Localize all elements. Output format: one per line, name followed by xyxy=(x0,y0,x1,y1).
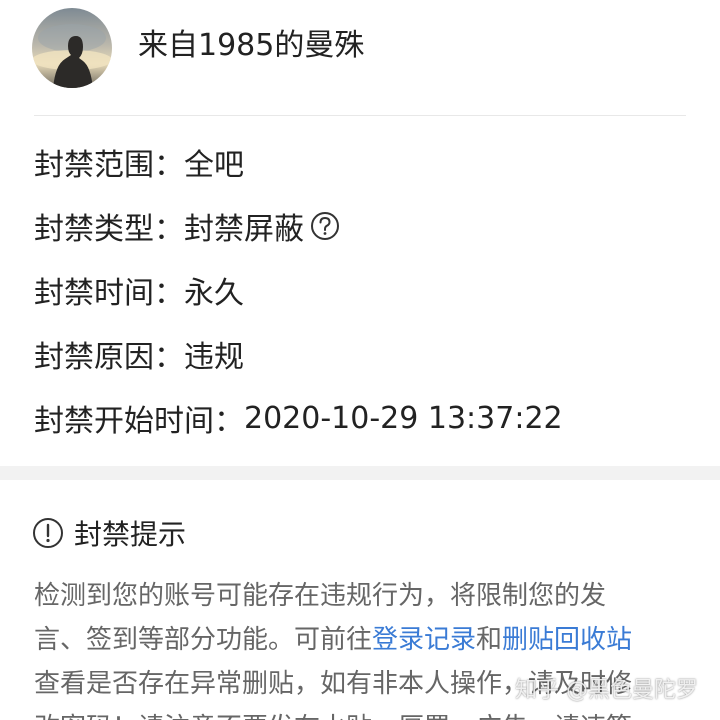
exclamation-circle-icon xyxy=(32,517,64,549)
ban-type-row: 封禁类型： 封禁屏蔽 xyxy=(34,194,694,258)
ban-reason-label: 封禁原因： xyxy=(34,340,184,375)
ban-scope-row: 封禁范围： 全吧 xyxy=(34,130,694,194)
ban-scope-label: 封禁范围： xyxy=(34,148,184,183)
section-separator xyxy=(0,466,720,480)
avatar-silhouette-icon xyxy=(32,24,112,88)
ban-scope-value: 全吧 xyxy=(184,148,244,183)
ban-type-label: 封禁类型： xyxy=(34,212,184,247)
ban-info-list: 封禁范围： 全吧 封禁类型： 封禁屏蔽 封禁时间： 永久 封禁原因： 违规 封禁… xyxy=(34,130,694,450)
question-circle-icon[interactable] xyxy=(310,211,340,241)
login-records-link[interactable]: 登录记录 xyxy=(372,625,476,655)
ban-duration-row: 封禁时间： 永久 xyxy=(34,258,694,322)
user-header: 来自1985的曼殊 xyxy=(0,0,720,100)
ban-reason-value: 违规 xyxy=(184,340,244,375)
watermark: 知乎 @黑色曼陀罗 xyxy=(515,678,698,703)
ban-type-value: 封禁屏蔽 xyxy=(184,212,304,247)
notice-line-2-mid: 和 xyxy=(476,625,503,655)
username[interactable]: 来自1985的曼殊 xyxy=(138,26,364,66)
notice-line-2-prefix: 言、签到等部分功能。可前往 xyxy=(34,625,373,655)
notice-line-2: 言、签到等部分功能。可前往登录记录和删贴回收站 xyxy=(34,618,690,662)
ban-start-time-label: 封禁开始时间： xyxy=(34,404,244,439)
recycle-bin-link[interactable]: 删贴回收站 xyxy=(502,625,632,655)
divider xyxy=(34,115,686,116)
ban-start-time-value: 2020-10-29 13:37:22 xyxy=(244,400,563,436)
notice-header: 封禁提示 xyxy=(32,512,186,554)
ban-detail-page: 来自1985的曼殊 封禁范围： 全吧 封禁类型： 封禁屏蔽 封禁时间： 永久 封… xyxy=(0,0,720,720)
ban-reason-row: 封禁原因： 违规 xyxy=(34,322,694,386)
notice-line-4: 改密码！请注意不要发布水贴、厚置、广告、请违等 xyxy=(34,706,690,720)
avatar[interactable] xyxy=(32,8,112,88)
notice-title: 封禁提示 xyxy=(74,518,187,551)
ban-duration-label: 封禁时间： xyxy=(34,276,184,311)
ban-start-time-row: 封禁开始时间： 2020-10-29 13:37:22 xyxy=(34,386,694,450)
ban-duration-value: 永久 xyxy=(184,276,244,311)
notice-line-1: 检测到您的账号可能存在违规行为，将限制您的发 xyxy=(34,581,607,611)
